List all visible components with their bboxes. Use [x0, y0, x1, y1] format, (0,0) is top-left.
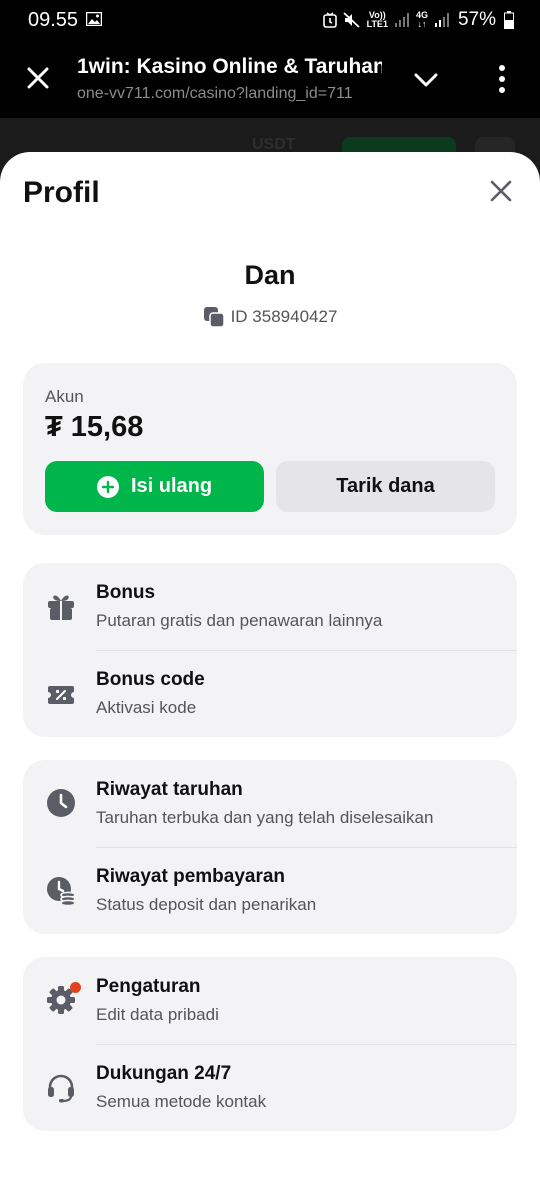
- menu-item-title: Pengaturan: [96, 976, 201, 997]
- menu-item-payment-history[interactable]: Riwayat pembayaran Status deposit dan pe…: [23, 847, 517, 934]
- alarm-icon: [322, 12, 337, 28]
- mute-icon: [342, 12, 360, 28]
- menu-item-support[interactable]: Dukungan 24/7 Semua metode kontak: [23, 1044, 517, 1131]
- menu-item-title: Bonus: [96, 582, 156, 603]
- menu-item-subtitle: Aktivasi kode: [96, 698, 197, 717]
- gallery-icon: [86, 12, 102, 26]
- menu-item-title: Dukungan 24/7: [96, 1063, 232, 1084]
- user-id: ID 358940427: [0, 306, 540, 328]
- menu-item-subtitle: Taruhan terbuka dan yang telah diselesai…: [96, 808, 434, 827]
- menu-item-title: Riwayat taruhan: [96, 779, 243, 800]
- clock-icon: [47, 789, 75, 817]
- battery-icon: [504, 11, 514, 29]
- menu-item-title: Riwayat pembayaran: [96, 866, 286, 887]
- account-card: Akun ₮ 15,68 Isi ulang Tarik dana: [23, 363, 517, 535]
- close-icon[interactable]: [26, 66, 50, 90]
- menu-item-title: Bonus code: [96, 669, 205, 690]
- menu-group-bonus: Bonus Putaran gratis dan penawaran lainn…: [23, 563, 517, 737]
- user-name: Dan: [244, 260, 296, 290]
- gift-icon: [48, 595, 74, 620]
- status-time: 09.55: [28, 9, 79, 31]
- menu-item-bonus[interactable]: Bonus Putaran gratis dan penawaran lainn…: [23, 563, 517, 650]
- close-icon[interactable]: [490, 180, 512, 202]
- copy-icon[interactable]: [203, 306, 225, 328]
- battery-percent: 57%: [457, 9, 496, 30]
- withdraw-button[interactable]: Tarik dana: [276, 461, 495, 512]
- account-label: Akun: [45, 387, 84, 406]
- profile-sheet: Profil Dan ID 358940427 Akun ₮ 15,68 Isi…: [0, 152, 540, 1200]
- menu-item-subtitle: Putaran gratis dan penawaran lainnya: [96, 611, 383, 630]
- signal-icon: [394, 13, 409, 27]
- coupon-icon: [48, 686, 74, 704]
- network-indicator: 4G ↓↑: [415, 10, 428, 29]
- chevron-down-icon[interactable]: [413, 67, 439, 93]
- browser-toolbar: 1win: Kasino Online & Taruhan one-vv711.…: [0, 40, 540, 118]
- account-balance: ₮ 15,68: [45, 411, 144, 443]
- withdraw-label: Tarik dana: [336, 475, 435, 497]
- volte-indicator: Vo)) LTE1: [366, 10, 388, 29]
- topup-label: Isi ulang: [130, 475, 213, 497]
- browser-page-title: 1win: Kasino Online & Taruhan: [77, 55, 382, 78]
- more-options-icon[interactable]: [492, 64, 512, 94]
- plus-circle-icon: [96, 475, 119, 498]
- menu-item-subtitle: Edit data pribadi: [96, 1005, 219, 1024]
- status-right: Vo)) LTE1 4G ↓↑ 57%: [322, 9, 514, 31]
- signal-icon: [434, 13, 449, 27]
- status-bar: 09.55 Vo)) LTE1 4G ↓↑ 57%: [0, 0, 540, 40]
- browser-url[interactable]: one-vv711.com/casino?landing_id=711: [77, 85, 389, 103]
- menu-item-bonus-code[interactable]: Bonus code Aktivasi kode: [23, 650, 517, 737]
- payment-history-icon: [47, 877, 76, 906]
- menu-item-subtitle: Semua metode kontak: [96, 1092, 267, 1111]
- headset-icon: [48, 1074, 74, 1103]
- notification-dot: [70, 982, 81, 993]
- user-id-text: ID 358940427: [230, 307, 338, 326]
- menu-item-bet-history[interactable]: Riwayat taruhan Taruhan terbuka dan yang…: [23, 760, 517, 847]
- menu-group-history: Riwayat taruhan Taruhan terbuka dan yang…: [23, 760, 517, 934]
- menu-group-settings: Pengaturan Edit data pribadi Dukungan 24…: [23, 957, 517, 1131]
- menu-item-subtitle: Status deposit dan penarikan: [96, 895, 317, 914]
- sheet-title: Profil: [23, 176, 100, 209]
- topup-button[interactable]: Isi ulang: [45, 461, 264, 512]
- menu-item-settings[interactable]: Pengaturan Edit data pribadi: [23, 957, 517, 1044]
